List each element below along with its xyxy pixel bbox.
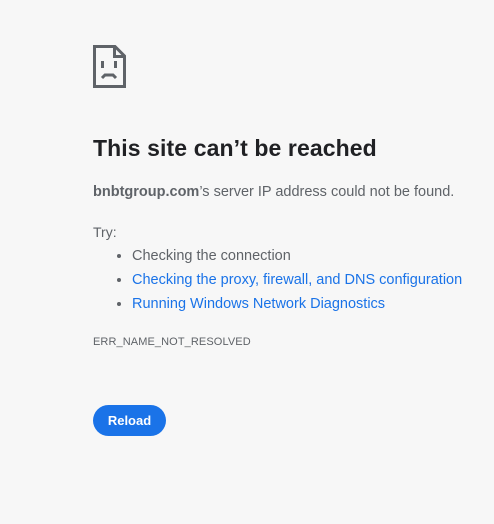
suggestion-check-proxy-link[interactable]: Checking the proxy, firewall, and DNS co… <box>132 272 462 288</box>
suggestion-item: Checking the proxy, firewall, and DNS co… <box>115 270 462 294</box>
error-message: ’s server IP address could not be found. <box>199 184 455 200</box>
reload-button[interactable]: Reload <box>93 405 166 436</box>
suggestion-network-diagnostics-link[interactable]: Running Windows Network Diagnostics <box>132 296 385 312</box>
bullet-icon <box>117 254 121 258</box>
suggestion-item: Checking the connection <box>115 246 462 270</box>
bullet-icon <box>117 302 121 306</box>
error-page: This site can’t be reached bnbtgroup.com… <box>0 0 494 524</box>
suggestion-item: Running Windows Network Diagnostics <box>115 294 462 318</box>
bullet-icon <box>117 278 121 282</box>
suggestion-check-connection: Checking the connection <box>132 248 291 264</box>
sad-page-icon <box>93 45 126 88</box>
error-summary: bnbtgroup.com’s server IP address could … <box>93 184 454 200</box>
suggestions-list: Checking the connection Checking the pro… <box>115 246 462 318</box>
try-label: Try: <box>93 224 117 240</box>
error-code: ERR_NAME_NOT_RESOLVED <box>93 336 251 348</box>
site-domain: bnbtgroup.com <box>93 184 200 200</box>
page-title: This site can’t be reached <box>93 135 377 161</box>
